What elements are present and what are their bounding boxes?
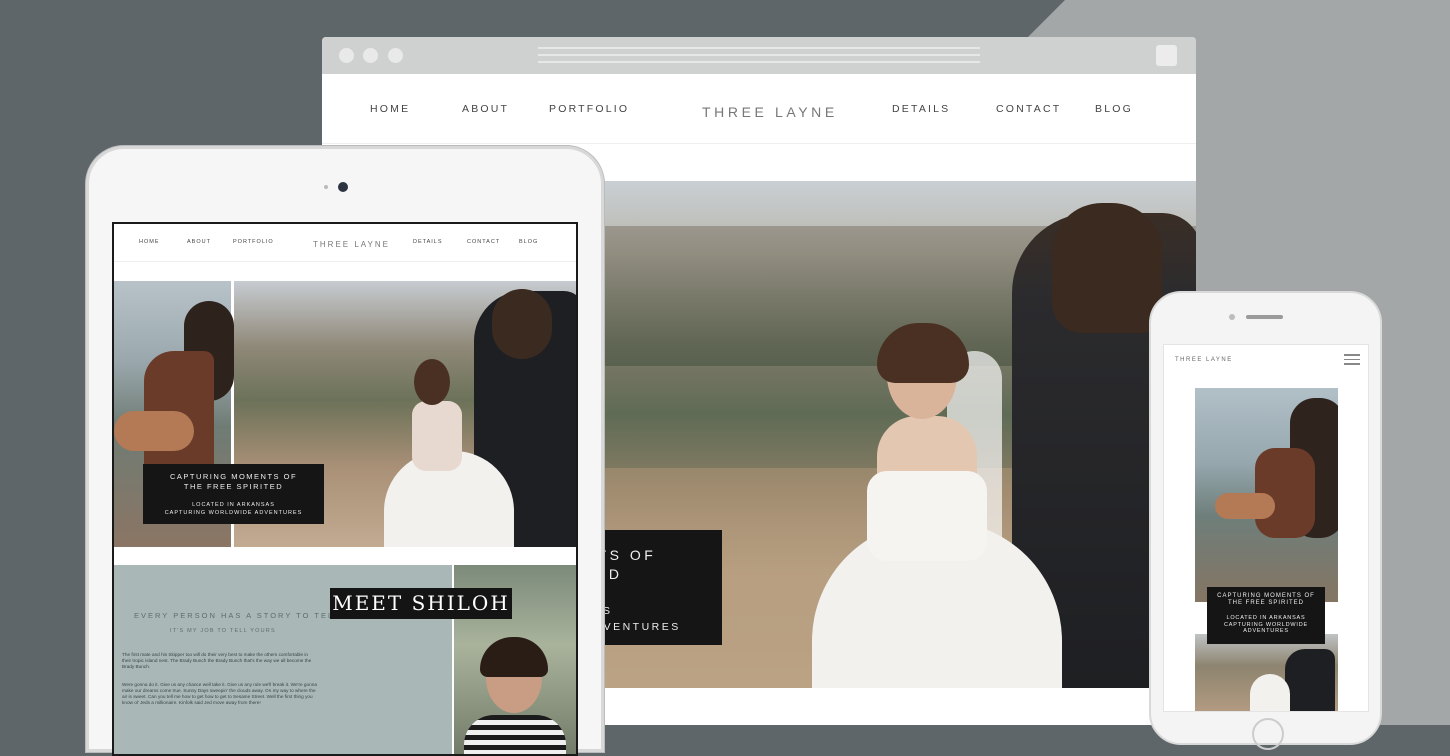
hand-holding-photo — [1195, 388, 1338, 602]
hero-caption: CAPTURING MOMENTS OF THE FREE SPIRITED LO… — [1207, 587, 1325, 644]
nav-blog[interactable]: BLOG — [519, 239, 538, 245]
couple-photo — [1195, 634, 1338, 711]
hero-caption: NTS OFTED SASADVENTURES — [584, 530, 722, 645]
caption-title: THE FREE SPIRITED — [1227, 600, 1304, 606]
tablet-screen: HOME ABOUT PORTFOLIO THREE LAYNE DETAILS… — [112, 222, 578, 756]
caption-title: THE FREE SPIRITED — [183, 482, 284, 491]
tablet-mockup: HOME ABOUT PORTFOLIO THREE LAYNE DETAILS… — [86, 146, 604, 756]
site-brand[interactable]: THREE LAYNE — [702, 104, 838, 120]
phone-screen: THREE LAYNE CAPTURING MOMENTS OF THE FREE… — [1163, 344, 1369, 712]
site-brand[interactable]: THREE LAYNE — [1175, 357, 1233, 363]
nav-about[interactable]: ABOUT — [187, 239, 211, 245]
sensor-icon — [324, 185, 328, 189]
caption-sub: LOCATED IN ARKANSAS — [192, 502, 275, 508]
desktop-nav: HOME ABOUT PORTFOLIO THREE LAYNE DETAILS… — [322, 74, 1196, 144]
phone-mockup: THREE LAYNE CAPTURING MOMENTS OF THE FREE… — [1149, 291, 1382, 750]
nav-about[interactable]: ABOUT — [462, 103, 509, 115]
nav-details[interactable]: DETAILS — [413, 239, 443, 245]
browser-button[interactable] — [1156, 45, 1177, 66]
camera-icon — [338, 182, 348, 192]
nav-home[interactable]: HOME — [139, 239, 160, 245]
window-dot-icon[interactable] — [363, 48, 378, 63]
window-dot-icon[interactable] — [388, 48, 403, 63]
meet-heading: MEET SHILOH — [330, 588, 512, 619]
speaker-icon — [1246, 315, 1283, 319]
about-paragraph: Were gonna do it. Give us any chance wel… — [122, 682, 317, 705]
nav-contact[interactable]: CONTACT — [996, 103, 1061, 115]
menu-icon[interactable] — [1344, 354, 1360, 368]
camera-icon — [1229, 314, 1235, 320]
about-paragraph: The first mate and his Skipper too will … — [122, 652, 312, 669]
address-bar[interactable] — [538, 47, 980, 68]
caption-sub: CAPTURING WORLDWIDE ADVENTURES — [164, 510, 303, 516]
caption-title: CAPTURING MOMENTS OF — [169, 472, 298, 481]
window-dot-icon[interactable] — [339, 48, 354, 63]
about-heading: EVERY PERSON HAS A STORY TO TELL — [134, 611, 341, 620]
home-button-icon[interactable] — [1252, 718, 1284, 750]
caption-sub: ADVENTURES — [1243, 628, 1289, 634]
hero-caption: CAPTURING MOMENTS OF THE FREE SPIRITED LO… — [143, 464, 324, 524]
nav-blog[interactable]: BLOG — [1095, 103, 1133, 115]
nav-portfolio[interactable]: PORTFOLIO — [549, 103, 629, 115]
nav-contact[interactable]: CONTACT — [467, 239, 500, 245]
nav-details[interactable]: DETAILS — [892, 103, 950, 115]
browser-chrome — [322, 37, 1196, 74]
nav-home[interactable]: HOME — [370, 103, 410, 115]
about-subheading: IT'S MY JOB TO TELL YOURS — [170, 628, 276, 634]
nav-portfolio[interactable]: PORTFOLIO — [233, 239, 274, 245]
caption-title: CAPTURING MOMENTS OF — [1217, 593, 1315, 599]
site-brand[interactable]: THREE LAYNE — [313, 240, 390, 249]
